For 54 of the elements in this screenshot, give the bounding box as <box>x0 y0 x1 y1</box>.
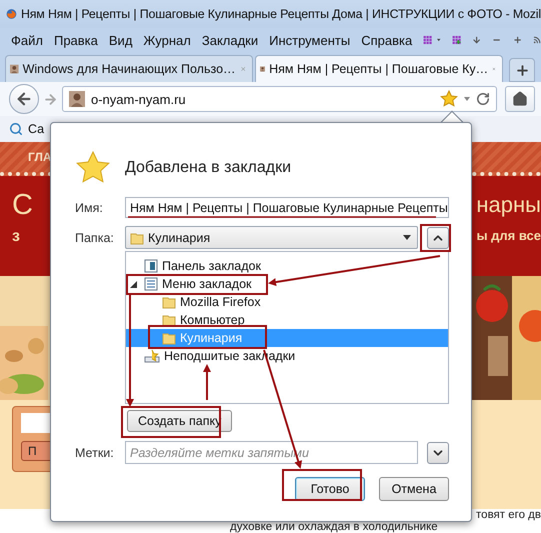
folder-icon <box>130 230 144 244</box>
home-icon <box>512 91 528 107</box>
bookmark-star-icon[interactable] <box>440 90 458 108</box>
annotation-arrow <box>203 364 211 400</box>
folder-icon <box>162 331 176 345</box>
back-button[interactable] <box>9 84 39 114</box>
tags-dropdown-button[interactable] <box>427 442 449 464</box>
field-label: Метки: <box>75 446 115 460</box>
page-subheading: з <box>12 228 20 246</box>
collapse-button[interactable] <box>427 226 449 248</box>
expand-triangle-icon[interactable] <box>130 280 137 288</box>
favicon-icon <box>69 91 85 107</box>
field-label: Имя: <box>75 200 104 214</box>
bookmark-link[interactable]: Са <box>28 122 44 136</box>
menu-item[interactable]: Вид <box>108 32 132 48</box>
dialog-title: Добавлена в закладки <box>125 159 292 177</box>
plus-icon <box>514 62 530 78</box>
article-text: духовке или охлаждая в холодильнике <box>230 521 438 533</box>
bookmark-tray-icon <box>144 349 160 363</box>
dropdown-caret-icon[interactable] <box>437 38 441 42</box>
bookmarks-toolbar-icon <box>144 259 158 273</box>
folder-tree-item[interactable]: Mozilla Firefox <box>126 293 448 311</box>
field-label: Папка: <box>75 230 115 244</box>
folder-tree-item[interactable]: Меню закладок <box>126 275 448 293</box>
home-button[interactable] <box>505 86 535 112</box>
folder-select[interactable]: Кулинария <box>125 226 418 249</box>
menu-item[interactable]: Журнал <box>143 32 191 48</box>
cancel-button[interactable]: Отмена <box>379 477 449 501</box>
article-text: товят его дв <box>476 509 541 521</box>
folder-icon <box>162 295 176 309</box>
dropdown-caret-icon <box>403 235 411 240</box>
dropdown-caret-icon[interactable] <box>464 97 470 101</box>
page-subheading: ы для все <box>476 228 541 243</box>
page-heading: нарны <box>476 191 541 219</box>
address-field[interactable]: o-nyam-nyam.ru <box>62 86 497 112</box>
new-tab-button[interactable] <box>509 58 535 82</box>
menu-item[interactable]: Закладки <box>202 32 258 48</box>
browser-tab[interactable]: Ням Ням | Рецепты | Пошаговые Ку… <box>255 55 503 82</box>
menu-item[interactable]: Справка <box>361 32 412 48</box>
list-icon <box>144 277 158 291</box>
highlight-frame <box>420 224 451 252</box>
menu-item[interactable]: Инструменты <box>269 32 350 48</box>
folder-tree-item[interactable]: Панель закладок <box>126 257 448 275</box>
reload-icon[interactable] <box>476 92 490 106</box>
page-heading: С <box>12 188 33 222</box>
window-title: Ням Ням | Рецепты | Пошаговые Кулинарные Рецепты Дома | ИНСТРУКЦИИ с ФОТО - Mozil <box>20 7 541 21</box>
menu-item[interactable]: Правка <box>54 32 98 48</box>
browser-tab[interactable]: Windows для Начинающих Пользо… <box>5 55 253 82</box>
menu-item[interactable]: Файл <box>11 32 43 48</box>
nav-link[interactable]: ГЛА <box>28 150 52 164</box>
folder-tree-item[interactable]: Компьютер <box>126 311 448 329</box>
folder-icon <box>162 313 176 327</box>
name-field[interactable]: Ням Ням | Рецепты | Пошаговые Кулинарные Рецепты <box>125 197 449 218</box>
search-icon[interactable] <box>9 122 23 136</box>
